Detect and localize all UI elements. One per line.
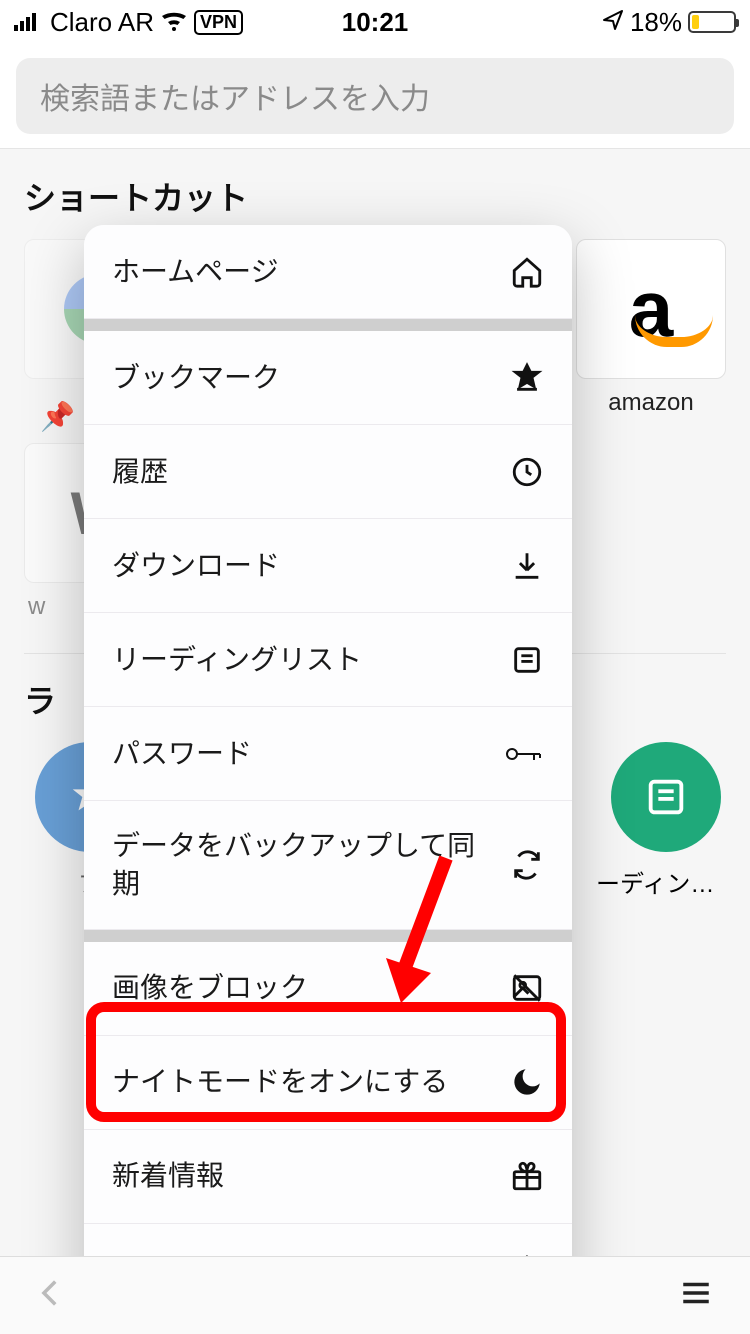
search-placeholder: 検索語またはアドレスを入力 [40, 74, 430, 118]
download-icon [510, 549, 544, 583]
carrier-label: Claro AR [50, 7, 154, 38]
menu-passwords[interactable]: パスワード [84, 707, 572, 801]
back-button[interactable] [34, 1276, 68, 1315]
menu-night-mode[interactable]: ナイトモードをオンにする [84, 1036, 572, 1130]
app-menu: ホームページ ブックマーク 履歴 ダウンロード リーディングリスト パスワード … [84, 225, 572, 1318]
menu-separator [84, 930, 572, 942]
menu-home[interactable]: ホームページ [84, 225, 572, 319]
menu-sync[interactable]: データをバックアップして同期 [84, 801, 572, 930]
clock: 10:21 [342, 7, 409, 38]
shortcuts-heading: ショートカット [24, 173, 726, 219]
reading-circle-icon [611, 742, 721, 852]
cellular-icon [14, 7, 44, 38]
reading-list-icon [510, 643, 544, 677]
menu-bookmarks[interactable]: ブックマーク [84, 331, 572, 425]
menu-label: パスワード [112, 735, 504, 773]
shortcut-label: amazon [608, 389, 693, 417]
amazon-icon: a [629, 285, 674, 333]
key-icon [504, 739, 544, 769]
menu-block-images[interactable]: 画像をブロック [84, 942, 572, 1036]
url-search-field[interactable]: 検索語またはアドレスを入力 [16, 58, 734, 134]
url-bar-container: 検索語またはアドレスを入力 [0, 44, 750, 149]
menu-label: 画像をブロック [112, 969, 510, 1007]
status-right: 18% [602, 7, 736, 38]
battery-level [692, 15, 699, 29]
status-left: Claro AR VPN [14, 7, 243, 38]
location-icon [602, 7, 624, 38]
menu-separator [84, 319, 572, 331]
menu-history[interactable]: 履歴 [84, 425, 572, 519]
block-image-icon [510, 971, 544, 1005]
home-icon [510, 255, 544, 289]
menu-label: ブックマーク [112, 359, 510, 397]
menu-label: 履歴 [112, 453, 510, 491]
battery-percent: 18% [630, 7, 682, 38]
menu-label: リーディングリスト [112, 641, 510, 679]
menu-label: ナイトモードをオンにする [112, 1063, 510, 1101]
battery-icon [688, 11, 736, 33]
menu-whats-new[interactable]: 新着情報 [84, 1130, 572, 1224]
quick-reading-list[interactable]: ーディングリ… [606, 742, 726, 899]
menu-label: ホームページ [112, 253, 510, 291]
shortcut-tile-amazon[interactable]: a amazon [576, 239, 726, 417]
shortcut-label: w [24, 593, 45, 621]
menu-label: 新着情報 [112, 1157, 510, 1195]
menu-button[interactable] [676, 1276, 716, 1315]
sync-icon [510, 848, 544, 882]
menu-label: データをバックアップして同期 [112, 827, 510, 903]
bookmark-star-icon [510, 361, 544, 395]
wifi-icon [160, 7, 188, 38]
bottom-toolbar [0, 1256, 750, 1334]
moon-icon [510, 1065, 544, 1099]
gift-icon [510, 1159, 544, 1193]
vpn-badge: VPN [194, 10, 243, 35]
pin-icon: 📌 [40, 400, 75, 433]
status-bar: Claro AR VPN 10:21 18% [0, 0, 750, 44]
menu-label: ダウンロード [112, 547, 510, 585]
clock-icon [510, 455, 544, 489]
quick-label: ーディングリ… [596, 864, 736, 899]
menu-downloads[interactable]: ダウンロード [84, 519, 572, 613]
menu-reading-list[interactable]: リーディングリスト [84, 613, 572, 707]
